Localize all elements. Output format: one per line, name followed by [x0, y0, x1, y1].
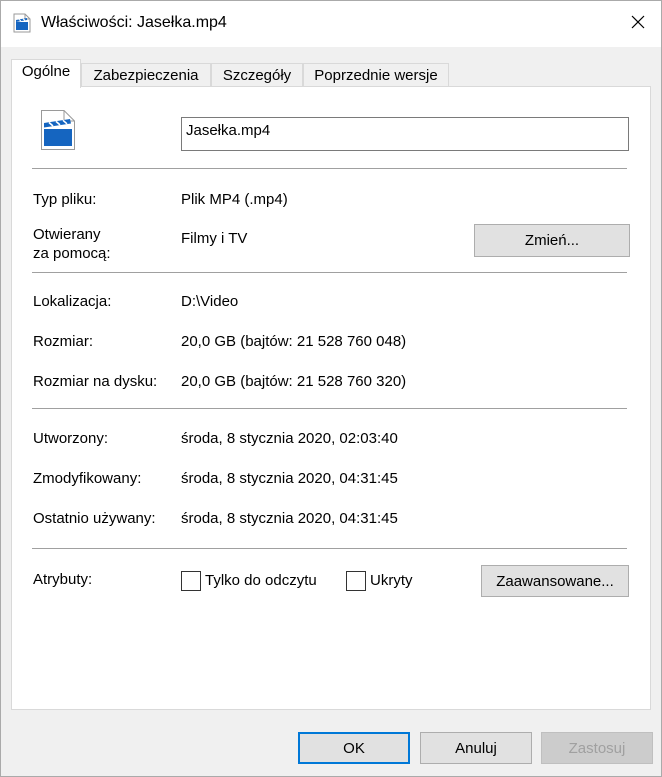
created-value: środa, 8 stycznia 2020, 02:03:40 — [181, 430, 398, 447]
cancel-button-label: Anuluj — [455, 739, 497, 757]
apply-button[interactable]: Zastosuj — [541, 732, 653, 764]
ok-button-label: OK — [343, 739, 365, 757]
change-button-label: Zmień... — [524, 232, 580, 249]
separator — [32, 272, 627, 273]
file-type-value: Plik MP4 (.mp4) — [181, 191, 288, 208]
properties-dialog: Właściwości: Jasełka.mp4 Ogólne Zabezpie… — [0, 0, 662, 777]
accessed-label: Ostatnio używany: — [33, 510, 156, 527]
tab-details[interactable]: Szczegóły — [211, 63, 303, 87]
tab-general[interactable]: Ogólne — [11, 59, 81, 88]
tab-label: Ogólne — [21, 63, 71, 80]
size-on-disk-label: Rozmiar na dysku: — [33, 373, 158, 390]
tab-security[interactable]: Zabezpieczenia — [81, 63, 211, 87]
separator — [32, 548, 627, 549]
size-on-disk-value: 20,0 GB (bajtów: 21 528 760 320) — [181, 373, 407, 390]
hidden-checkbox[interactable] — [346, 571, 366, 591]
general-tab-panel: Jasełka.mp4 Typ pliku: Plik MP4 (.mp4) O… — [11, 86, 651, 710]
separator — [32, 408, 627, 409]
close-icon — [631, 15, 645, 33]
location-label: Lokalizacja: — [33, 293, 112, 310]
readonly-checkbox-label[interactable]: Tylko do odczytu — [205, 571, 317, 591]
modified-value: środa, 8 stycznia 2020, 04:31:45 — [181, 470, 398, 487]
cancel-button[interactable]: Anuluj — [420, 732, 532, 764]
title-bar[interactable]: Właściwości: Jasełka.mp4 — [1, 1, 661, 47]
advanced-button-label: Zaawansowane... — [496, 572, 614, 590]
ok-button[interactable]: OK — [298, 732, 410, 764]
advanced-button[interactable]: Zaawansowane... — [481, 565, 629, 597]
video-file-icon — [40, 109, 76, 151]
location-value[interactable]: D:\Video — [181, 292, 238, 312]
tab-label: Poprzednie wersje — [314, 67, 438, 84]
tab-label: Szczegóły — [222, 67, 292, 84]
attributes-label: Atrybuty: — [33, 571, 93, 588]
file-name-input[interactable]: Jasełka.mp4 — [181, 117, 629, 151]
opens-with-label-line2: za pomocą: — [33, 245, 111, 262]
file-type-label: Typ pliku: — [33, 191, 97, 208]
readonly-checkbox[interactable] — [181, 571, 201, 591]
video-file-icon — [13, 13, 31, 33]
modified-label: Zmodyfikowany: — [33, 470, 142, 487]
separator — [32, 168, 627, 169]
opens-with-label-line1: Otwierany — [33, 226, 101, 243]
size-label: Rozmiar: — [33, 333, 94, 350]
opens-with-value: Filmy i TV — [181, 230, 248, 247]
window-title: Właściwości: Jasełka.mp4 — [41, 14, 227, 31]
apply-button-label: Zastosuj — [568, 739, 626, 757]
tab-previous-versions[interactable]: Poprzednie wersje — [303, 63, 449, 87]
tab-label: Zabezpieczenia — [93, 67, 199, 84]
size-value: 20,0 GB (bajtów: 21 528 760 048) — [181, 333, 407, 350]
close-button[interactable] — [615, 1, 661, 47]
created-label: Utworzony: — [33, 430, 109, 447]
accessed-value: środa, 8 stycznia 2020, 04:31:45 — [181, 510, 398, 527]
change-button[interactable]: Zmień... — [474, 224, 630, 257]
hidden-checkbox-label[interactable]: Ukryty — [370, 571, 413, 591]
